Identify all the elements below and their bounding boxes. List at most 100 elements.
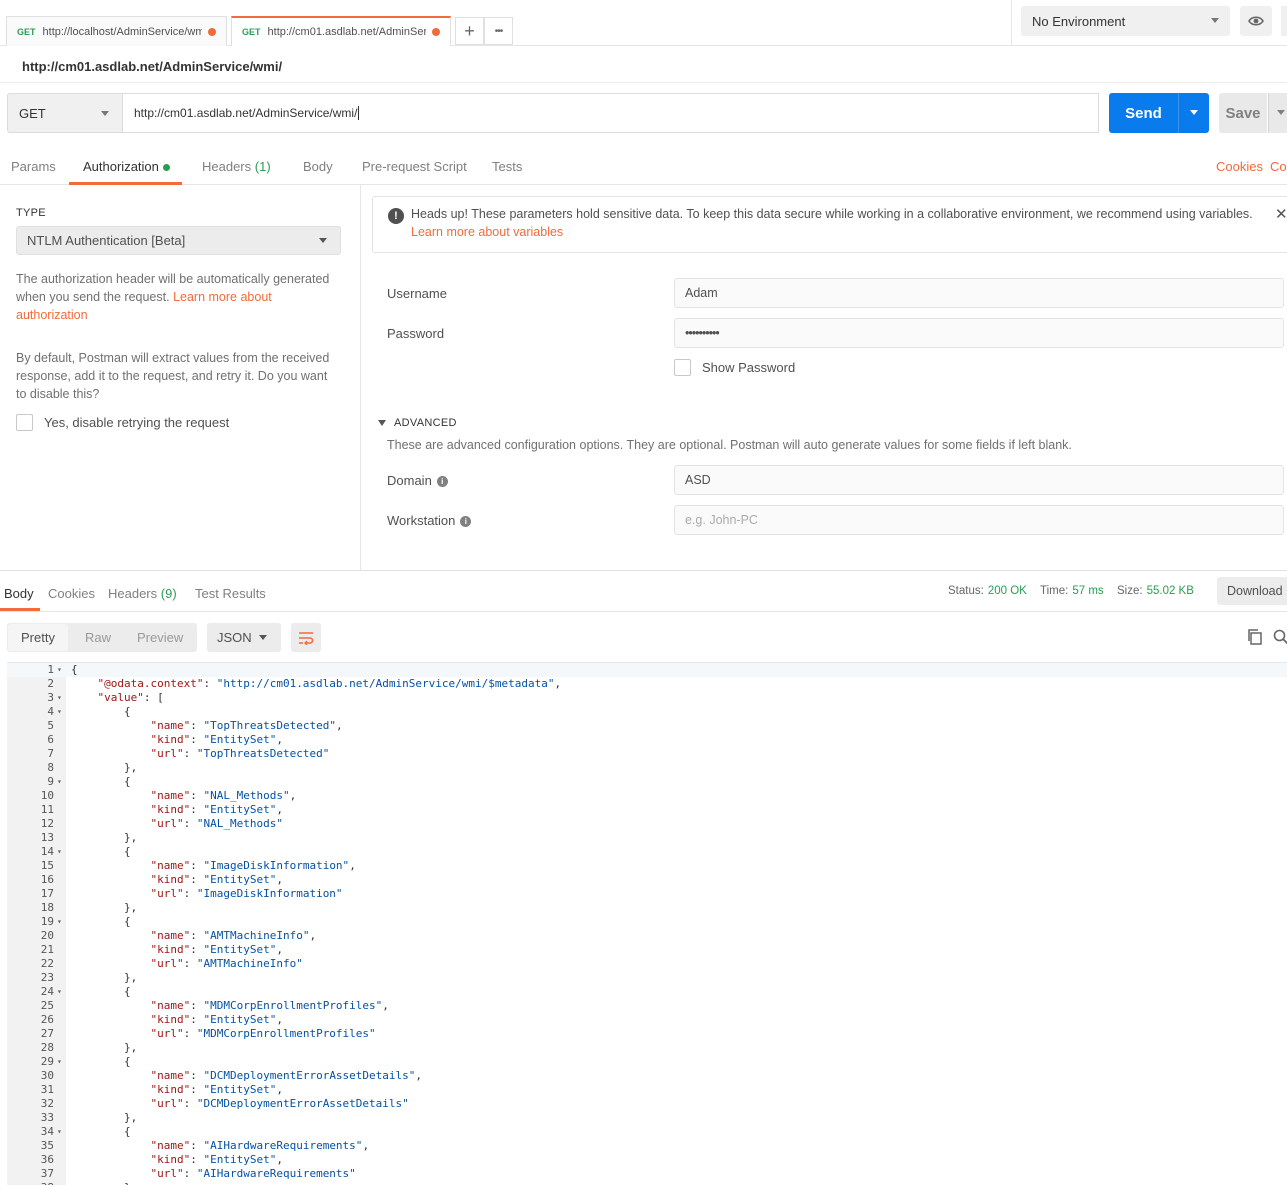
line-text: "name": "DCMDeploymentErrorAssetDetails"… <box>150 1069 423 1082</box>
tab-authorization[interactable]: Authorization <box>83 159 170 174</box>
method-label: GET <box>19 105 46 121</box>
search-icon[interactable] <box>1273 629 1287 645</box>
divider <box>1011 0 1012 46</box>
code-line: 33 }, <box>7 1111 1287 1125</box>
environment-quick-look-button[interactable] <box>1240 6 1272 36</box>
code-line: 12 "url": "NAL_Methods" <box>7 817 1287 831</box>
response-tab-body[interactable]: Body <box>4 586 34 601</box>
line-number: 26 <box>40 1013 54 1026</box>
fold-toggle-icon[interactable]: ▾ <box>57 1125 62 1139</box>
domain-field[interactable]: ASD <box>674 465 1284 495</box>
code-line: 34 ▾ { <box>7 1125 1287 1139</box>
language-select[interactable]: JSON <box>207 623 281 652</box>
code-line: 17 "url": "ImageDiskInformation" <box>7 887 1287 901</box>
line-text: }, <box>71 1181 137 1185</box>
disable-retry-checkbox[interactable] <box>16 414 33 431</box>
close-icon[interactable]: ✕ <box>1275 205 1287 223</box>
line-number: 5 <box>47 719 54 732</box>
info-icon[interactable]: i <box>436 476 448 488</box>
format-pretty-button[interactable]: Pretty <box>21 630 55 645</box>
line-text: "kind": "EntitySet", <box>150 1083 283 1096</box>
code-line: 22 "url": "AMTMachineInfo" <box>7 957 1287 971</box>
show-password-checkbox[interactable] <box>674 359 691 376</box>
fold-toggle-icon[interactable]: ▾ <box>57 1055 62 1069</box>
line-number: 33 <box>40 1111 54 1124</box>
line-text: { <box>71 705 131 718</box>
line-text: "kind": "EntitySet", <box>150 1153 283 1166</box>
fold-toggle-icon[interactable]: ▾ <box>57 845 62 859</box>
tab-tests[interactable]: Tests <box>492 159 522 174</box>
tab-body[interactable]: Body <box>303 159 333 174</box>
send-options-button[interactable] <box>1178 93 1209 133</box>
time-readout: Time: 57 ms <box>1040 585 1104 597</box>
code-line: 24 ▾ { <box>7 985 1287 999</box>
code-line: 37 "url": "AIHardwareRequirements" <box>7 1167 1287 1181</box>
auth-type-value: NTLM Authentication [Beta] <box>27 233 186 248</box>
chevron-down-icon <box>1190 110 1198 115</box>
line-text: "kind": "EntitySet", <box>150 943 283 956</box>
fold-toggle-icon[interactable]: ▾ <box>57 663 62 677</box>
method-select[interactable]: GET <box>7 93 123 133</box>
environment-select[interactable]: No Environment <box>1021 6 1230 36</box>
cookies-link[interactable]: Cookies <box>1216 159 1263 174</box>
request-tab-localhost[interactable]: GET http://localhost/AdminService/wmi/ <box>6 16 227 46</box>
code-line: 7 "url": "TopThreatsDetected" <box>7 747 1287 761</box>
tab-method: GET <box>242 27 261 37</box>
new-tab-button[interactable]: + <box>455 17 484 45</box>
more-icon: ••• <box>494 25 503 37</box>
save-button[interactable]: Save <box>1219 93 1267 133</box>
info-icon[interactable]: i <box>460 516 472 528</box>
show-password-label: Show Password <box>702 360 796 375</box>
tab-options-button[interactable]: ••• <box>484 17 513 45</box>
tab-prerequest-script[interactable]: Pre-request Script <box>362 159 467 174</box>
headers-count: (1) <box>254 159 271 174</box>
auth-description: The authorization header will be automat… <box>16 270 341 324</box>
code-link[interactable]: Code <box>1270 159 1287 174</box>
code-line: 32 "url": "DCMDeploymentErrorAssetDetail… <box>7 1097 1287 1111</box>
response-tab-cookies[interactable]: Cookies <box>48 586 95 601</box>
code-line: 13 }, <box>7 831 1287 845</box>
learn-more-variables-link[interactable]: Learn more about variables <box>411 225 563 239</box>
line-text: "kind": "EntitySet", <box>150 803 283 816</box>
line-text: "url": "ImageDiskInformation" <box>150 887 343 900</box>
line-text: { <box>71 985 131 998</box>
code-line: 31 "kind": "EntitySet", <box>7 1083 1287 1097</box>
settings-edge-button[interactable] <box>1281 6 1287 36</box>
download-button[interactable]: Download <box>1217 577 1287 605</box>
code-line: 28 }, <box>7 1041 1287 1055</box>
fold-toggle-icon[interactable]: ▾ <box>57 691 62 705</box>
wrap-lines-button[interactable] <box>291 623 321 652</box>
tab-authorization-label: Authorization <box>83 159 159 174</box>
line-text: "url": "NAL_Methods" <box>150 817 283 830</box>
auth-type-select[interactable]: NTLM Authentication [Beta] <box>16 226 341 255</box>
exclamation-icon: ! <box>388 208 404 224</box>
tab-headers[interactable]: Headers (1) <box>202 159 271 174</box>
format-preview-button[interactable]: Preview <box>137 630 183 645</box>
workstation-field[interactable]: e.g. John-PC <box>674 505 1284 535</box>
line-number: 1 <box>47 663 54 676</box>
response-body-viewer[interactable]: 1 ▾{2 "@odata.context": "http://cm01.asdl… <box>7 662 1287 1185</box>
line-number: 3 <box>47 691 54 704</box>
line-number: 19 <box>40 915 54 928</box>
save-options-button[interactable] <box>1268 93 1287 133</box>
response-tab-headers[interactable]: Headers (9) <box>108 586 177 601</box>
line-text: "name": "TopThreatsDetected", <box>150 719 343 732</box>
code-line: 19 ▾ { <box>7 915 1287 929</box>
fold-toggle-icon[interactable]: ▾ <box>57 915 62 929</box>
line-text: { <box>71 915 131 928</box>
request-tab-cm01[interactable]: GET http://cm01.asdlab.net/AdminService/… <box>231 16 451 46</box>
send-button[interactable]: Send <box>1109 93 1178 133</box>
fold-toggle-icon[interactable]: ▾ <box>57 705 62 719</box>
tab-params[interactable]: Params <box>11 159 56 174</box>
username-field[interactable]: Adam <box>674 278 1284 308</box>
code-line: 15 "name": "ImageDiskInformation", <box>7 859 1287 873</box>
advanced-toggle[interactable]: ADVANCED <box>378 417 457 429</box>
copy-icon[interactable] <box>1247 629 1263 645</box>
fold-toggle-icon[interactable]: ▾ <box>57 985 62 999</box>
url-input[interactable]: http://cm01.asdlab.net/AdminService/wmi/ <box>122 93 1099 133</box>
line-text: "url": "AIHardwareRequirements" <box>150 1167 356 1180</box>
password-field[interactable]: •••••••••• <box>674 318 1284 348</box>
response-tab-test-results[interactable]: Test Results <box>195 586 266 601</box>
fold-toggle-icon[interactable]: ▾ <box>57 775 62 789</box>
format-raw-button[interactable]: Raw <box>85 630 111 645</box>
